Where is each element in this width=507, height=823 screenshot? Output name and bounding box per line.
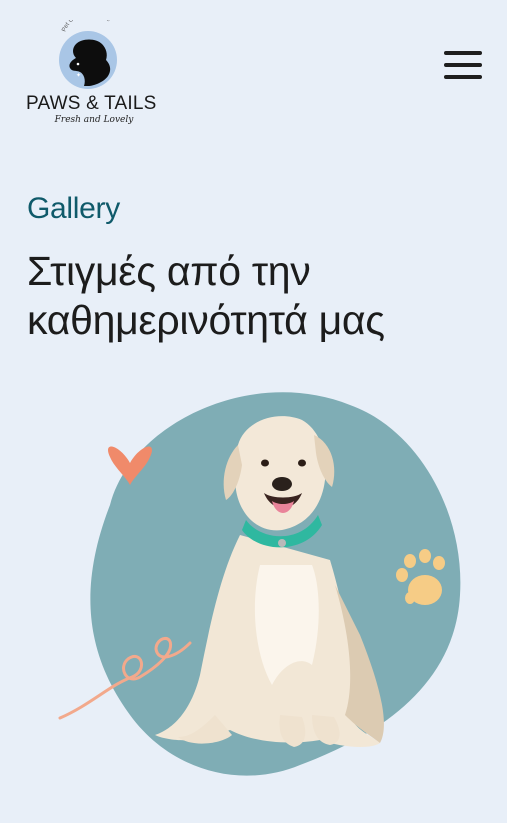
gallery-hero-illustration — [50, 385, 470, 785]
brand-logo[interactable]: Pet Grooming Store ✦ PAWS & TAILS Fresh … — [24, 20, 157, 135]
svg-text:✦: ✦ — [76, 72, 81, 79]
hamburger-menu-icon[interactable] — [442, 50, 484, 80]
site-header: Pet Grooming Store ✦ PAWS & TAILS Fresh … — [0, 0, 507, 150]
logo-arc-text: Pet Grooming Store — [61, 20, 111, 33]
logo-emblem: Pet Grooming Store ✦ — [59, 20, 117, 89]
section-eyebrow: Gallery — [27, 192, 120, 225]
page-title: Στιγμές από την καθημερινότητά μας — [27, 248, 385, 343]
svg-text:Pet Grooming Store: Pet Grooming Store — [61, 20, 111, 33]
brand-tagline: Fresh and Lovely — [54, 115, 134, 125]
brand-name: PAWS & TAILS — [26, 93, 157, 114]
